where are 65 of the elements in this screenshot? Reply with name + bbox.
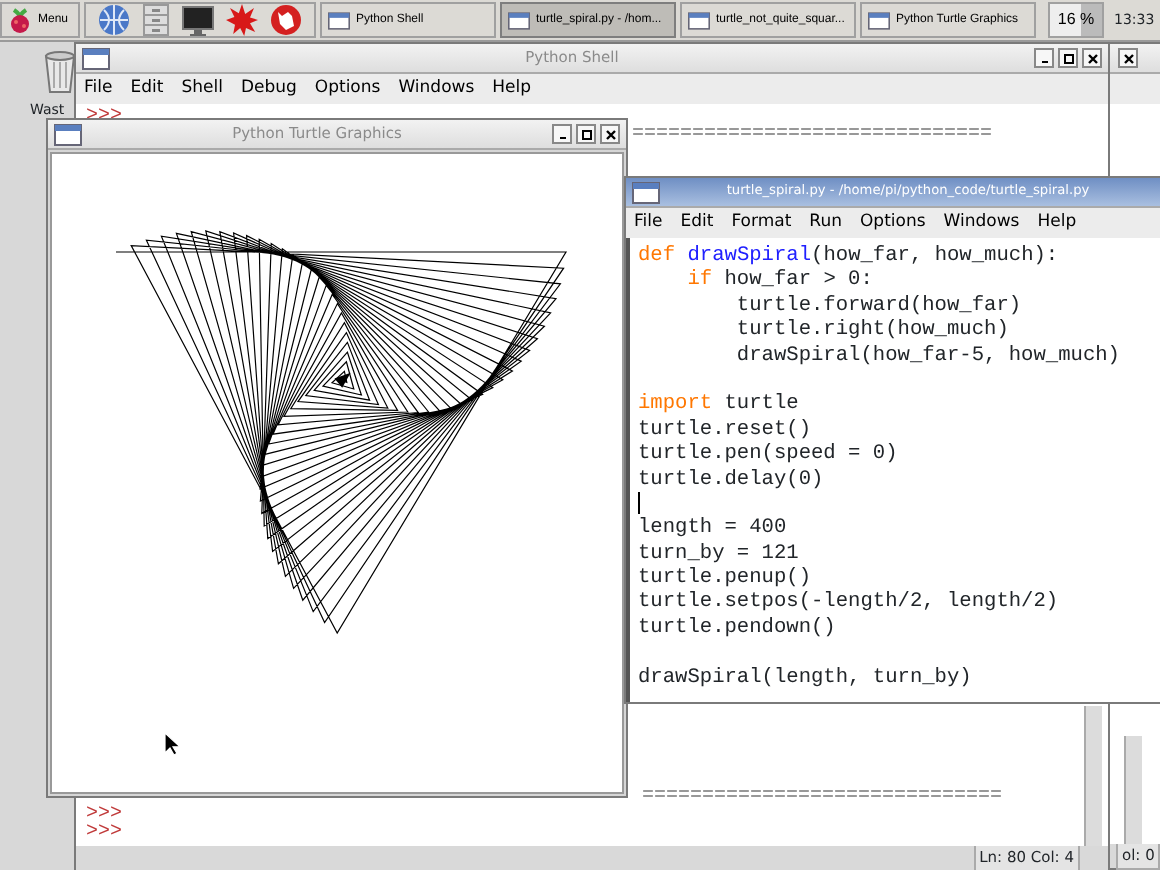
window-icon — [328, 9, 350, 31]
close-button[interactable] — [1118, 48, 1138, 68]
scrollbar[interactable] — [1084, 706, 1102, 846]
close-icon — [1121, 51, 1135, 65]
close-button[interactable] — [600, 124, 620, 144]
maximize-button[interactable] — [576, 124, 596, 144]
window-icon — [632, 181, 660, 203]
code-line: turtle.penup() — [638, 566, 812, 591]
wolf-emblem-icon[interactable] — [270, 4, 302, 36]
menu-item[interactable]: Edit — [680, 210, 714, 236]
prompt-text: >>> — [86, 824, 123, 842]
code-line: turtle.setpos(-length/2, length/2) — [638, 590, 1059, 616]
menu-item[interactable]: Options — [859, 210, 926, 236]
code-line: turn_by = 121 — [638, 541, 799, 567]
close-button[interactable] — [1082, 48, 1102, 68]
text-cursor — [638, 491, 640, 514]
menu-item[interactable]: Windows — [943, 210, 1020, 236]
window-icon — [508, 9, 530, 31]
maximize-icon — [579, 127, 593, 141]
menu-item[interactable]: Format — [731, 210, 792, 236]
close-icon — [603, 127, 617, 141]
menu-item[interactable]: Shell — [181, 76, 223, 102]
monitor-icon[interactable] — [182, 5, 214, 35]
starburst-icon[interactable] — [226, 4, 258, 36]
trash-icon[interactable] — [42, 50, 78, 94]
code-line: import turtle — [638, 392, 799, 418]
window-icon — [868, 9, 890, 31]
minimize-button[interactable] — [552, 124, 572, 144]
code-line: turtle.right(how_much) — [734, 318, 1009, 344]
scrollbar[interactable] — [1124, 736, 1142, 844]
code-line: drawSpiral(length, turn_by) — [638, 665, 972, 691]
close-icon — [1085, 51, 1099, 65]
window-icon — [54, 123, 82, 145]
menu-item[interactable]: File — [84, 76, 113, 102]
maximize-button[interactable] — [1058, 48, 1078, 68]
menu-item[interactable]: Debug — [240, 76, 297, 102]
code-line: def drawSpiral(how_far, how_much): — [638, 244, 1059, 269]
file-cabinet-icon[interactable] — [142, 4, 170, 36]
window-icon — [688, 9, 710, 31]
window-icon — [82, 47, 110, 69]
mouse-pointer-icon — [164, 732, 180, 756]
minimize-button[interactable] — [1034, 48, 1054, 68]
output-text: ============================== — [632, 126, 993, 144]
globe-icon[interactable] — [98, 4, 130, 36]
menu-item[interactable]: File — [634, 210, 663, 236]
code-line: turtle.pendown() — [638, 615, 836, 641]
code-line: turtle.pen(speed = 0) — [638, 442, 898, 468]
menu-item[interactable]: Windows — [398, 76, 475, 102]
cpu-monitor: 16 % — [1048, 2, 1104, 38]
prompt-text: >>> — [86, 806, 123, 824]
code-line: turtle.forward(how_far) — [734, 293, 1022, 319]
code-line: turtle.reset() — [638, 417, 812, 443]
menu-item[interactable]: Run — [809, 210, 842, 236]
menu-item[interactable]: Help — [492, 76, 532, 102]
menu-item[interactable]: Options — [314, 76, 381, 102]
output-text: ============================== — [642, 788, 1003, 806]
prompt-text: >>> — [86, 108, 123, 126]
raspberry-icon — [8, 6, 32, 34]
code-line: length = 400 — [638, 516, 787, 542]
maximize-icon — [1061, 51, 1075, 65]
menu-item[interactable]: Help — [1037, 210, 1077, 236]
code-line: turtle.delay(0) — [638, 467, 824, 492]
menu-item[interactable]: Edit — [130, 76, 164, 102]
code-line: if how_far > 0: — [685, 268, 873, 294]
code-line: drawSpiral(how_far-5, how_much) — [734, 343, 1120, 368]
